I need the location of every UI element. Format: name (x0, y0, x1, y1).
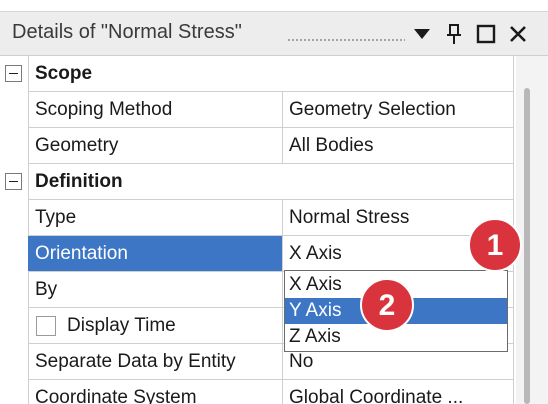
dropdown-arrow-icon[interactable] (410, 22, 434, 46)
property-row[interactable]: Type Normal Stress (0, 200, 514, 236)
group-header-scope[interactable]: Scope (0, 56, 514, 92)
property-name: Orientation (28, 236, 282, 272)
group-header-definition[interactable]: Definition (0, 164, 514, 200)
property-value[interactable]: All Bodies (282, 128, 514, 164)
property-name: Scoping Method (35, 99, 173, 120)
property-name: Coordinate System (35, 387, 197, 404)
panel-title: Details of "Normal Stress" (12, 21, 242, 43)
property-name: Geometry (35, 135, 119, 156)
property-row-orientation[interactable]: Orientation X Axis (0, 236, 514, 272)
drag-grip[interactable] (287, 38, 405, 43)
property-value[interactable]: Global Coordinate ... (282, 380, 514, 404)
display-time-checkbox[interactable] (36, 316, 56, 336)
scrollbar-thumb[interactable] (524, 88, 530, 404)
close-icon[interactable] (506, 22, 530, 46)
property-name: Type (35, 207, 77, 228)
collapse-toggle-icon[interactable] (5, 65, 22, 82)
group-label: Scope (35, 63, 93, 84)
vertical-scrollbar[interactable] (516, 56, 548, 404)
property-name: Display Time (67, 315, 176, 336)
property-row[interactable]: Coordinate System Global Coordinate ... (0, 380, 514, 404)
callout-badge-1: 1 (468, 218, 522, 272)
property-name: Separate Data by Entity (35, 351, 236, 372)
maximize-icon[interactable] (474, 22, 498, 46)
property-name: By (35, 279, 58, 300)
property-row[interactable]: Geometry All Bodies (0, 128, 514, 164)
collapse-toggle-icon[interactable] (5, 173, 22, 190)
callout-badge-2: 2 (360, 278, 414, 332)
top-edge (0, 0, 548, 12)
property-value[interactable]: Geometry Selection (282, 92, 514, 128)
pin-icon[interactable] (442, 22, 466, 46)
details-panel-titlebar: Details of "Normal Stress" (0, 12, 548, 56)
group-label: Definition (35, 171, 123, 192)
property-row[interactable]: Scoping Method Geometry Selection (0, 92, 514, 128)
